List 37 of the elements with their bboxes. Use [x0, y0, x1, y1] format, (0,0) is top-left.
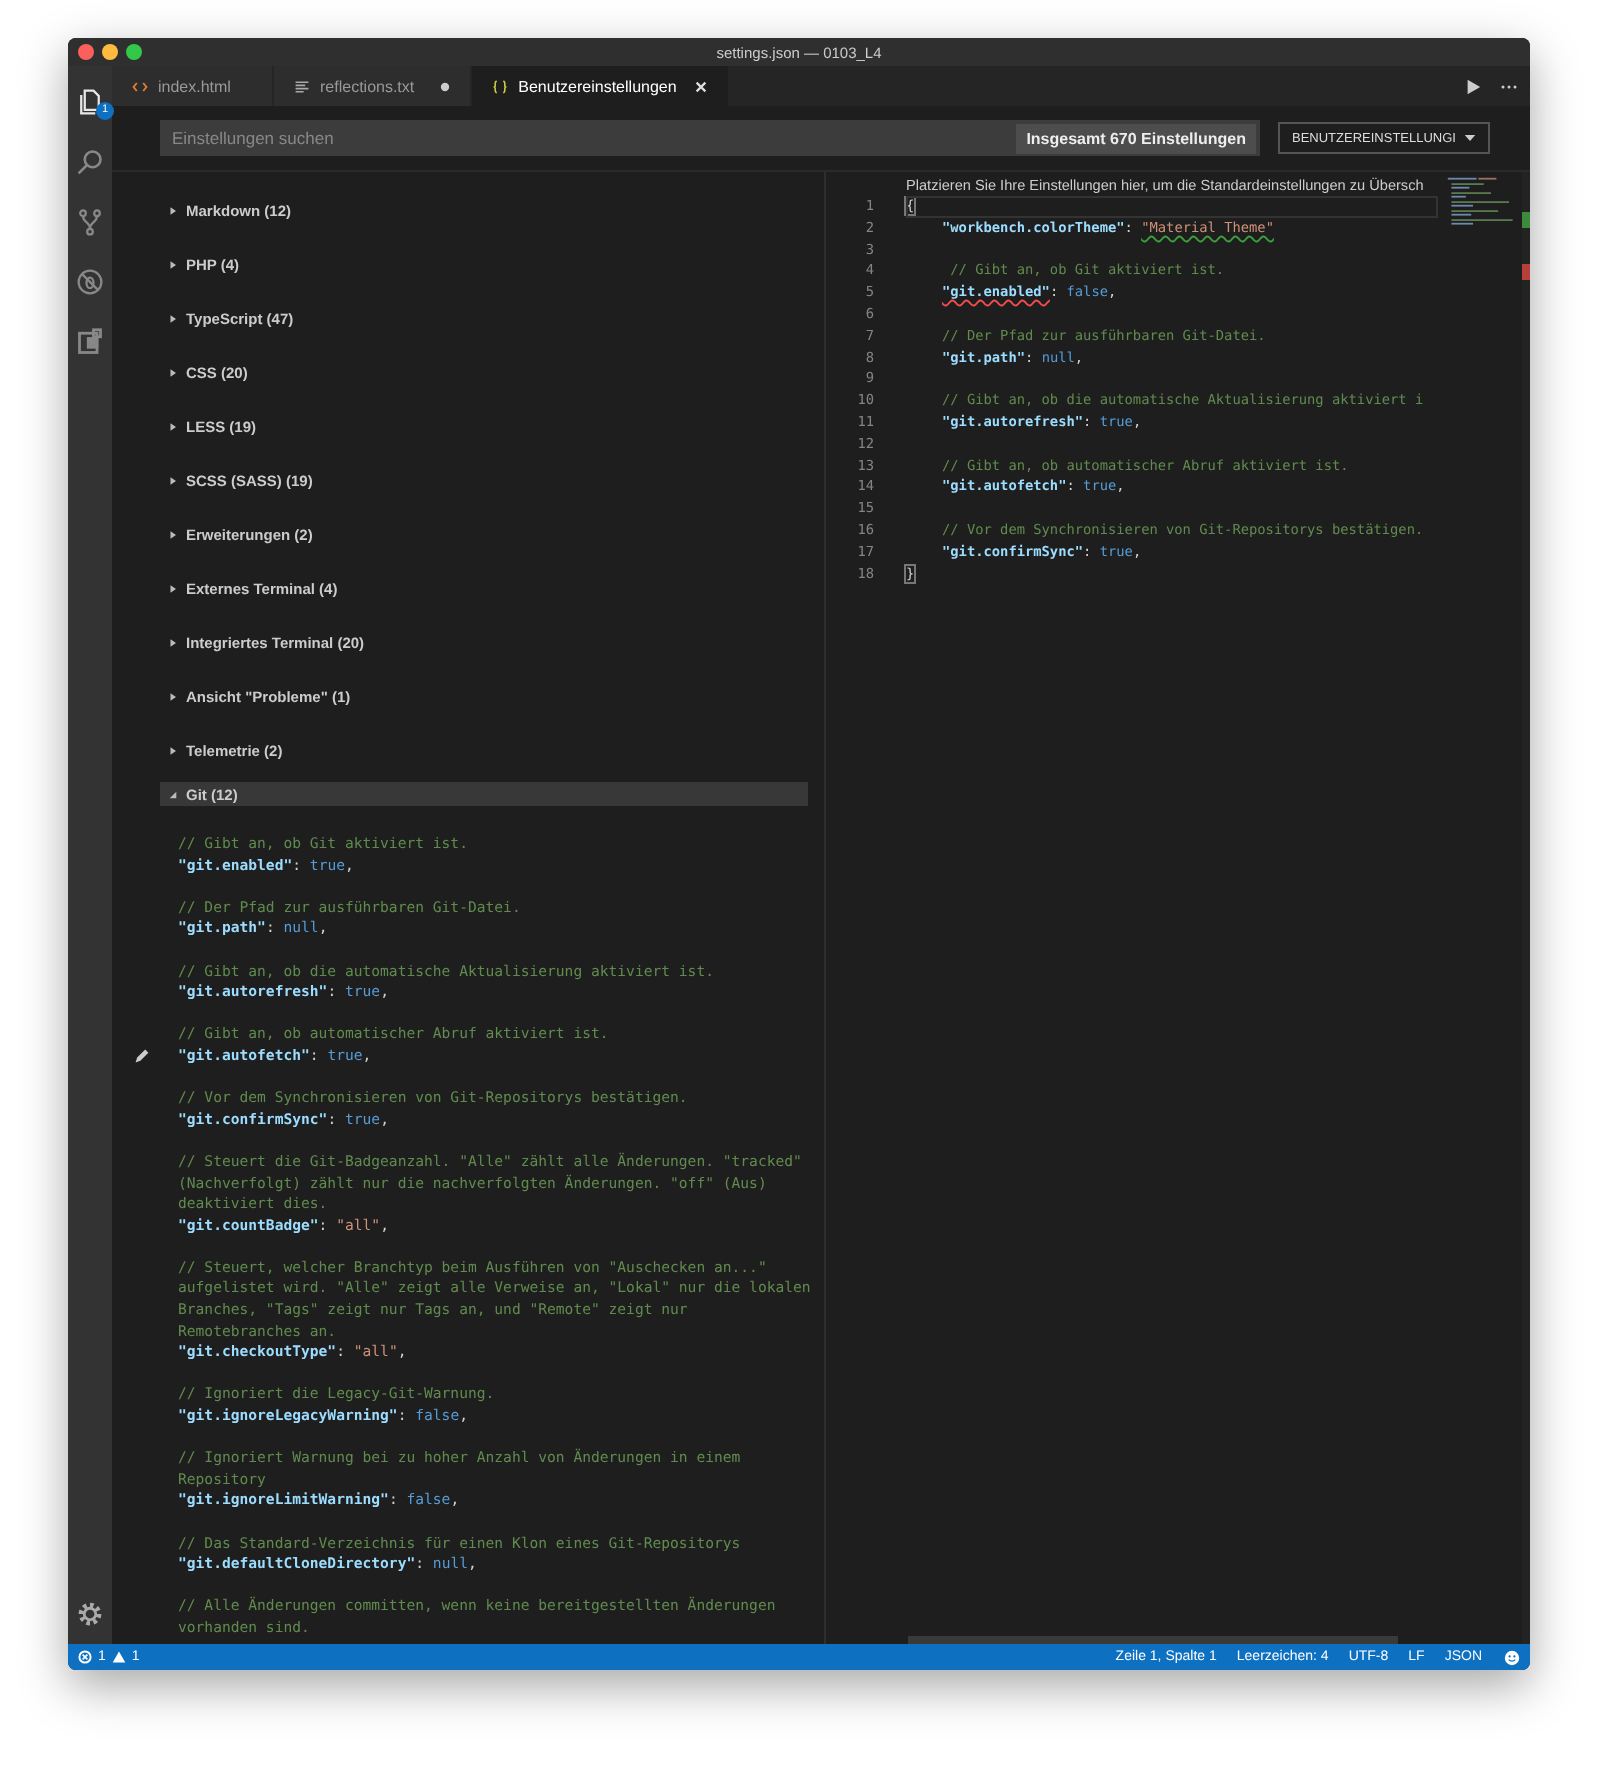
chevron-icon	[168, 206, 178, 216]
minimize-icon[interactable]	[102, 44, 118, 60]
chevron-icon	[168, 530, 178, 540]
maximize-icon[interactable]	[126, 44, 142, 60]
debug-icon[interactable]	[76, 268, 104, 296]
editor-tab[interactable]: index.html	[112, 66, 274, 106]
chevron-icon	[168, 368, 178, 378]
chevron-icon	[168, 638, 178, 648]
text-file-icon	[294, 79, 310, 93]
search-icon[interactable]	[76, 148, 104, 176]
search-field[interactable]: Einstellungen suchen	[160, 120, 1017, 156]
minimap	[1446, 176, 1518, 230]
scrollbar[interactable]	[908, 1636, 1398, 1644]
run-icon[interactable]	[1464, 77, 1482, 95]
chevron-icon	[168, 584, 178, 594]
chevron-icon	[168, 476, 178, 486]
chevron-icon	[168, 789, 178, 799]
braces-icon	[492, 79, 509, 93]
editor-tab[interactable]: Benutzereinstellungen	[472, 66, 731, 106]
smiley-icon[interactable]	[1504, 1649, 1520, 1665]
close-icon[interactable]	[694, 79, 709, 93]
editor-tab[interactable]: reflections.txt	[274, 66, 473, 106]
chevron-icon	[168, 422, 178, 432]
pencil-icon[interactable]	[134, 1047, 150, 1064]
chevron-icon	[168, 692, 178, 702]
chevron-icon	[168, 746, 178, 756]
extensions-icon[interactable]	[76, 328, 104, 356]
source-control-icon[interactable]	[76, 208, 104, 236]
caret-icon	[1464, 134, 1476, 142]
settings-icon[interactable]	[76, 1600, 104, 1628]
files-icon[interactable]	[76, 88, 104, 116]
settings-count: Insgesamt 670 Einstellungen	[1016, 123, 1256, 153]
chevron-icon	[168, 314, 178, 324]
warning-icon[interactable]	[111, 1650, 126, 1664]
code-icon	[132, 79, 148, 93]
error-icon[interactable]	[78, 1650, 92, 1664]
chevron-icon	[168, 260, 178, 270]
